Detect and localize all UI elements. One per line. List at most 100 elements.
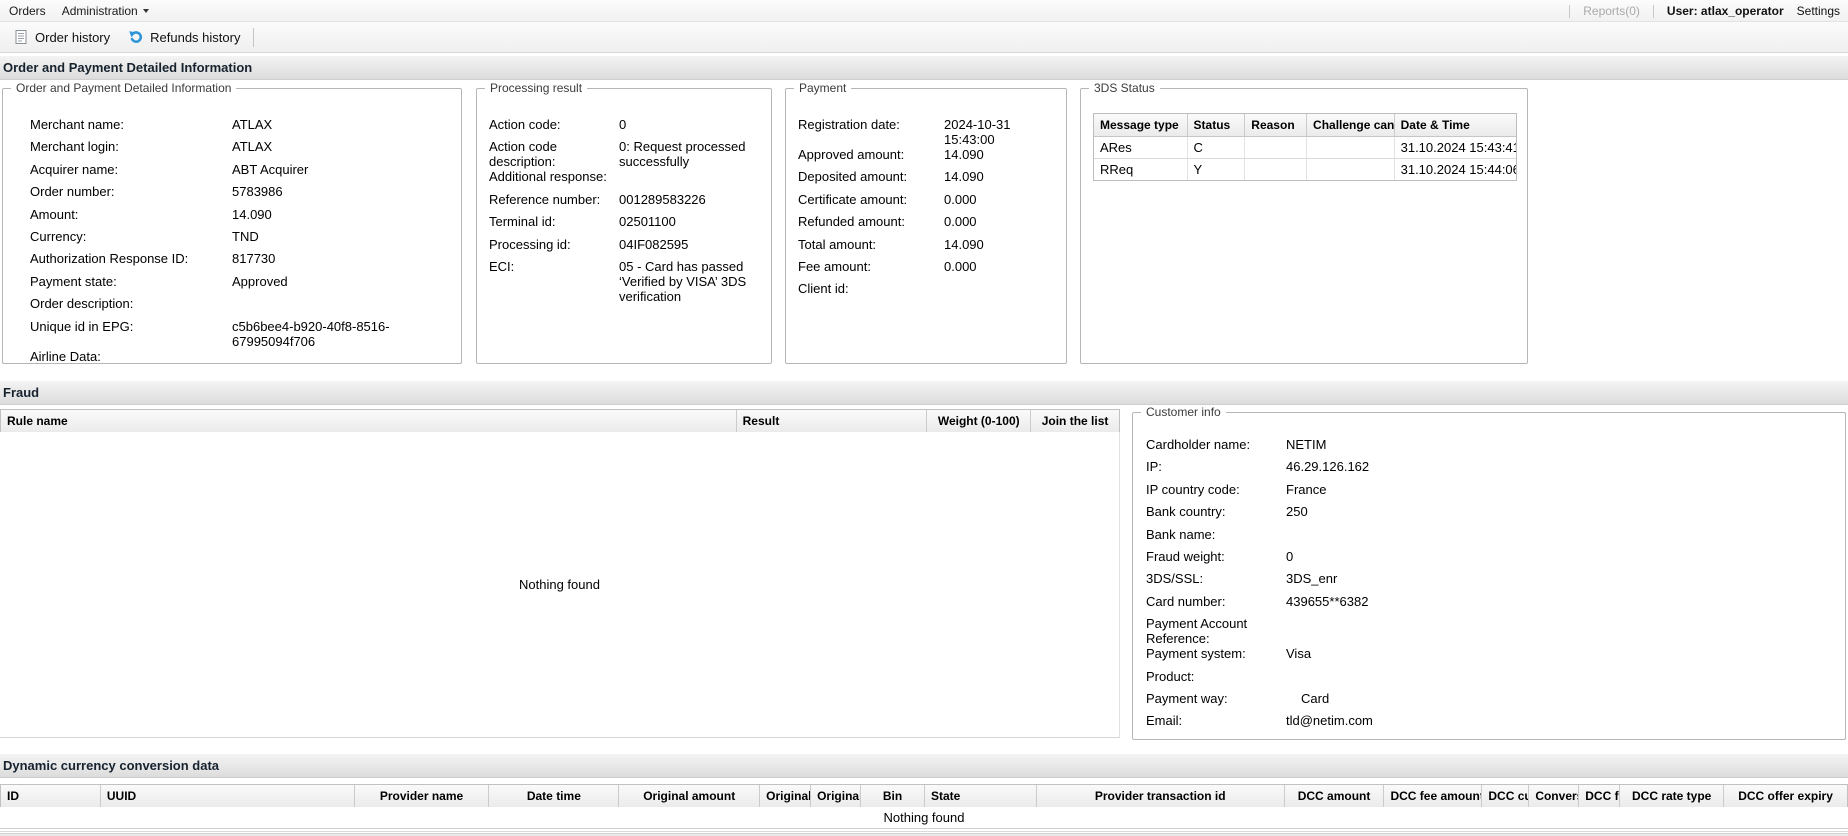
field-row: Certificate amount:0.000 bbox=[798, 192, 1060, 214]
field-row: Airline Data: bbox=[30, 349, 455, 371]
field-rows: Registration date:2024-10-31 15:43:00 Ap… bbox=[786, 89, 1066, 304]
field-value: 0.000 bbox=[944, 192, 1062, 207]
header-cell[interactable]: DCC amount bbox=[1285, 785, 1385, 807]
field-label: Reference number: bbox=[489, 192, 619, 207]
user-label: User: atlax_operator bbox=[1667, 4, 1784, 18]
menu-left: Orders Administration bbox=[0, 0, 160, 22]
field-row: Payment Account Reference: bbox=[1146, 616, 1839, 646]
dcc-table-header: ID UUID Provider name Date time Original… bbox=[0, 784, 1848, 808]
header-cell[interactable]: Conversi bbox=[1529, 785, 1579, 807]
table-cell bbox=[1307, 137, 1395, 158]
header-cell[interactable]: Rule name bbox=[1, 410, 737, 432]
field-row: Cardholder name:NETIM bbox=[1146, 437, 1839, 459]
toolbar-divider bbox=[253, 28, 254, 47]
field-label: Payment system: bbox=[1146, 646, 1286, 661]
table-cell: C bbox=[1188, 137, 1246, 158]
field-row: Bank name: bbox=[1146, 527, 1839, 549]
header-cell[interactable]: Weight (0-100) bbox=[927, 410, 1031, 432]
header-cell[interactable]: Bin bbox=[861, 785, 925, 807]
header-cell[interactable]: State bbox=[925, 785, 1037, 807]
field-row: Order description: bbox=[30, 296, 455, 318]
field-label: Fee amount: bbox=[798, 259, 944, 274]
field-value: France bbox=[1286, 482, 1516, 497]
header-cell[interactable]: DCC curr bbox=[1482, 785, 1529, 807]
field-label: Registration date: bbox=[798, 117, 944, 132]
field-label: Action code description: bbox=[489, 139, 619, 169]
header-cell[interactable]: Original amount bbox=[619, 785, 760, 807]
header-cell[interactable]: DCC fee bbox=[1579, 785, 1620, 807]
field-row: Client id: bbox=[798, 281, 1060, 303]
field-row: Authorization Response ID:817730 bbox=[30, 251, 455, 273]
field-row: 3DS/SSL:3DS_enr bbox=[1146, 571, 1839, 593]
field-label: IP: bbox=[1146, 459, 1286, 474]
field-rows: Action code:0 Action code description:0:… bbox=[477, 89, 771, 304]
field-row: IP country code:France bbox=[1146, 482, 1839, 504]
field-label: Currency: bbox=[30, 229, 232, 244]
header-cell[interactable]: Provider transaction id bbox=[1037, 785, 1285, 807]
refunds-history-button[interactable]: Refunds history bbox=[119, 25, 249, 50]
dcc-empty-state: Nothing found bbox=[0, 807, 1848, 829]
field-label: Order number: bbox=[30, 184, 232, 199]
field-label: Cardholder name: bbox=[1146, 437, 1286, 452]
header-cell[interactable]: Date time bbox=[489, 785, 619, 807]
header-cell[interactable]: Message type bbox=[1094, 114, 1188, 136]
field-row: Refunded amount:0.000 bbox=[798, 214, 1060, 236]
section-header-dcc: Dynamic currency conversion data bbox=[0, 753, 1848, 778]
field-row: Registration date:2024-10-31 15:43:00 bbox=[798, 117, 1060, 147]
field-value: 001289583226 bbox=[619, 192, 769, 207]
refund-arrow-icon bbox=[128, 29, 144, 45]
header-cell[interactable]: ID bbox=[1, 785, 101, 807]
menu-settings[interactable]: Settings bbox=[1797, 4, 1840, 18]
menu-right: Reports(0) User: atlax_operator Settings bbox=[1569, 0, 1840, 22]
field-value: 14.090 bbox=[944, 147, 1062, 162]
field-label: ECI: bbox=[489, 259, 619, 274]
field-label: IP country code: bbox=[1146, 482, 1286, 497]
field-label: Client id: bbox=[798, 281, 944, 296]
header-cell[interactable]: Original c bbox=[811, 785, 861, 807]
field-value: 439655**6382 bbox=[1286, 594, 1516, 609]
order-history-button[interactable]: Order history bbox=[4, 25, 119, 50]
field-value: 02501100 bbox=[619, 214, 769, 229]
header-cell[interactable]: Result bbox=[737, 410, 928, 432]
header-cell[interactable]: DCC offer expiry bbox=[1724, 785, 1847, 807]
field-row: Additional response: bbox=[489, 169, 765, 191]
field-row: Fee amount:0.000 bbox=[798, 259, 1060, 281]
header-cell[interactable]: DCC rate type bbox=[1620, 785, 1724, 807]
header-cell[interactable]: Status bbox=[1188, 114, 1246, 136]
field-value: 04IF082595 bbox=[619, 237, 769, 252]
header-cell[interactable]: DCC fee amount bbox=[1384, 785, 1482, 807]
header-cell[interactable]: UUID bbox=[101, 785, 355, 807]
table-row: ARes C 31.10.2024 15:43:41 bbox=[1094, 137, 1516, 159]
table-header-row: Message type Status Reason Challenge can… bbox=[1094, 114, 1516, 137]
table-cell bbox=[1307, 159, 1395, 180]
header-cell[interactable]: Challenge cancel bbox=[1307, 114, 1395, 136]
field-label: Unique id in EPG: bbox=[30, 319, 232, 334]
field-row: Payment way:Card bbox=[1146, 691, 1839, 713]
field-value: 14.090 bbox=[232, 207, 454, 222]
field-label: Authorization Response ID: bbox=[30, 251, 232, 266]
field-row: Order number:5783986 bbox=[30, 184, 455, 206]
field-value: 0 bbox=[619, 117, 769, 132]
field-label: Approved amount: bbox=[798, 147, 944, 162]
header-cell[interactable]: Provider name bbox=[355, 785, 490, 807]
field-label: Refunded amount: bbox=[798, 214, 944, 229]
menubar: Orders Administration Reports(0) User: a… bbox=[0, 0, 1848, 22]
field-label: Card number: bbox=[1146, 594, 1286, 609]
field-label: Total amount: bbox=[798, 237, 944, 252]
field-label: 3DS/SSL: bbox=[1146, 571, 1286, 586]
panel-legend: Processing result bbox=[485, 81, 587, 95]
menu-reports[interactable]: Reports(0) bbox=[1583, 4, 1640, 18]
header-cell[interactable]: Original f bbox=[760, 785, 811, 807]
menu-orders[interactable]: Orders bbox=[4, 0, 57, 22]
header-cell[interactable]: Date & Time bbox=[1395, 114, 1516, 136]
table-cell: 31.10.2024 15:43:41 bbox=[1395, 137, 1516, 158]
field-label: Airline Data: bbox=[30, 349, 232, 364]
field-row: Product: bbox=[1146, 669, 1839, 691]
menu-administration[interactable]: Administration bbox=[57, 0, 160, 22]
header-cell[interactable]: Join the list bbox=[1031, 410, 1119, 432]
header-cell[interactable]: Reason bbox=[1245, 114, 1307, 136]
field-value: 46.29.126.162 bbox=[1286, 459, 1516, 474]
panel-legend: Customer info bbox=[1141, 405, 1226, 419]
field-rows: Cardholder name:NETIM IP:46.29.126.162 I… bbox=[1133, 413, 1845, 736]
order-history-label: Order history bbox=[35, 30, 110, 45]
